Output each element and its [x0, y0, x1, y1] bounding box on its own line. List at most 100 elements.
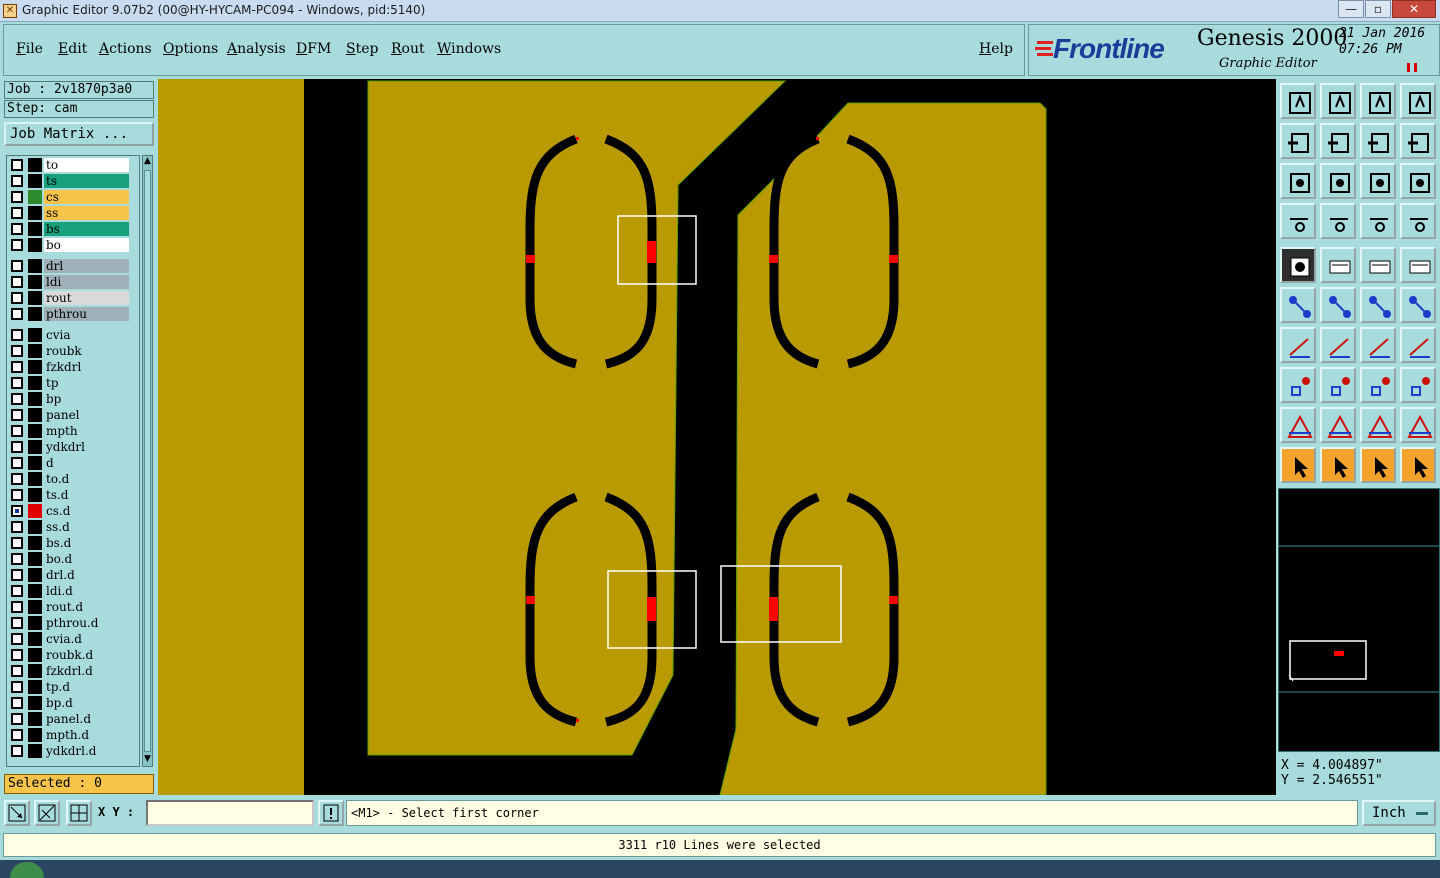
layer-color-swatch[interactable] — [28, 206, 42, 220]
layer-name[interactable]: panel — [44, 408, 129, 422]
layer-color-swatch[interactable] — [28, 408, 42, 422]
layer-row[interactable]: fzkdrl — [9, 360, 129, 374]
menu-rout[interactable]: Rout — [391, 41, 425, 57]
overview-map[interactable] — [1278, 488, 1440, 752]
layer-checkbox[interactable] — [11, 425, 23, 437]
line-node-tool-button[interactable] — [1360, 287, 1396, 323]
layer-color-swatch[interactable] — [28, 584, 42, 598]
minus-tool-button[interactable] — [1320, 367, 1356, 403]
layer-name[interactable]: ydkdrl.d — [44, 744, 129, 758]
span-tool-button[interactable] — [1360, 367, 1396, 403]
layer-checkbox[interactable] — [11, 441, 23, 453]
layer-checkbox[interactable] — [11, 745, 23, 757]
layer-checkbox[interactable] — [11, 345, 23, 357]
layer-checkbox[interactable] — [11, 175, 23, 187]
circle-tool-button[interactable] — [1400, 247, 1436, 283]
layer-color-swatch[interactable] — [28, 664, 42, 678]
minimize-button[interactable]: — — [1338, 0, 1364, 18]
layer-row[interactable]: panel.d — [9, 712, 129, 726]
layer-name[interactable]: bo.d — [44, 552, 129, 566]
layer-color-swatch[interactable] — [28, 632, 42, 646]
layer-row[interactable]: ydkdrl — [9, 440, 129, 454]
layer-checkbox[interactable] — [11, 361, 23, 373]
layer-row[interactable]: d — [9, 456, 129, 470]
layer-color-swatch[interactable] — [28, 712, 42, 726]
layer-color-swatch[interactable] — [28, 680, 42, 694]
layer-name[interactable]: bs.d — [44, 536, 129, 550]
layer-name[interactable]: bo — [44, 238, 129, 252]
layer-name[interactable]: cvia.d — [44, 632, 129, 646]
layer-name[interactable]: bp.d — [44, 696, 129, 710]
layer-name[interactable]: ts — [44, 174, 129, 188]
layer-row[interactable]: mpth.d — [9, 728, 129, 742]
maximize-button[interactable]: ▫ — [1365, 0, 1391, 18]
layer-row[interactable]: to — [9, 158, 129, 172]
layer-checkbox[interactable] — [11, 633, 23, 645]
layer-checkbox[interactable] — [11, 191, 23, 203]
layer-row[interactable]: cvia.d — [9, 632, 129, 646]
layer-checkbox[interactable] — [11, 697, 23, 709]
layer-color-swatch[interactable] — [28, 456, 42, 470]
save-tool-button[interactable] — [1320, 83, 1356, 119]
layer-name[interactable]: drl — [44, 259, 129, 273]
layer-checkbox[interactable] — [11, 308, 23, 320]
layer-name[interactable]: cvia — [44, 328, 129, 342]
menu-windows[interactable]: Windows — [437, 41, 501, 57]
layer-name[interactable]: rout — [44, 291, 129, 305]
layer-row[interactable]: bp — [9, 392, 129, 406]
layer-checkbox[interactable] — [11, 665, 23, 677]
layer-color-swatch[interactable] — [28, 174, 42, 188]
house-tool-button[interactable] — [1360, 83, 1396, 119]
layer-name[interactable]: bs — [44, 222, 129, 236]
fit-tool-button[interactable] — [1280, 163, 1316, 199]
layer-checkbox[interactable] — [11, 601, 23, 613]
triangle-d-tool-button[interactable] — [1400, 407, 1436, 443]
layer-row[interactable]: pthrou — [9, 307, 129, 321]
layer-row[interactable]: cvia — [9, 328, 129, 342]
menu-options[interactable]: Options — [163, 41, 218, 57]
layer-color-swatch[interactable] — [28, 275, 42, 289]
layer-checkbox[interactable] — [11, 223, 23, 235]
layer-color-swatch[interactable] — [28, 424, 42, 438]
graphic-canvas[interactable] — [158, 79, 1276, 795]
layers-a-tool-button[interactable] — [1360, 203, 1396, 239]
layer-name[interactable]: rout.d — [44, 600, 129, 614]
layer-checkbox[interactable] — [11, 681, 23, 693]
layer-name[interactable]: ldi — [44, 275, 129, 289]
layer-color-swatch[interactable] — [28, 158, 42, 172]
snap-button[interactable] — [34, 800, 60, 826]
layer-row[interactable]: cs — [9, 190, 129, 204]
layer-row[interactable]: ldi — [9, 275, 129, 289]
close-button[interactable]: ✕ — [1392, 0, 1436, 18]
pcb-drawing[interactable] — [158, 79, 1276, 795]
layer-checkbox[interactable] — [11, 569, 23, 581]
layer-row[interactable]: ts — [9, 174, 129, 188]
menu-step[interactable]: Step — [346, 41, 378, 57]
layer-color-swatch[interactable] — [28, 744, 42, 758]
right-panel-tool-button[interactable] — [1320, 123, 1356, 159]
scale-1-2-tool-button[interactable] — [1360, 163, 1396, 199]
layer-checkbox[interactable] — [11, 276, 23, 288]
job-matrix-button[interactable]: Job Matrix ... — [4, 122, 154, 146]
scroll-up-icon[interactable]: ▲ — [143, 156, 152, 168]
layer-checkbox[interactable] — [11, 239, 23, 251]
slant-line-tool-button[interactable] — [1320, 327, 1356, 363]
layer-color-swatch[interactable] — [28, 696, 42, 710]
layer-list-scrollbar[interactable]: ▲ ▼ — [142, 155, 153, 767]
layer-color-swatch[interactable] — [28, 307, 42, 321]
layer-name[interactable]: to — [44, 158, 129, 172]
left-panel-tool-button[interactable] — [1280, 123, 1316, 159]
layer-checkbox[interactable] — [11, 292, 23, 304]
layer-name[interactable]: bp — [44, 392, 129, 406]
layer-name[interactable]: ts.d — [44, 488, 129, 502]
home-tool-button[interactable] — [1280, 83, 1316, 119]
pad-tool-button[interactable] — [1280, 247, 1316, 283]
layer-row[interactable]: roubk — [9, 344, 129, 358]
pointer-tool-button[interactable] — [1280, 447, 1316, 483]
node-tool-button[interactable] — [1280, 287, 1316, 323]
scroll-down-icon[interactable]: ▼ — [143, 754, 152, 766]
layer-row[interactable]: rout — [9, 291, 129, 305]
layer-name[interactable]: mpth — [44, 424, 129, 438]
layer-name[interactable]: ydkdrl — [44, 440, 129, 454]
layer-row[interactable]: roubk.d — [9, 648, 129, 662]
